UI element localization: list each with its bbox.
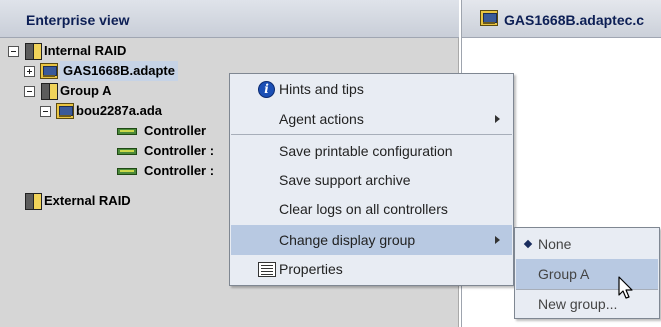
raid-icon: [24, 193, 42, 210]
tree-node-label: Internal RAID: [44, 43, 127, 58]
info-icon: i: [258, 81, 275, 98]
detail-panel-header: GAS1668B.adaptec.c: [462, 0, 661, 38]
detail-panel-title: GAS1668B.adaptec.c: [504, 12, 645, 28]
menu-item-save-support-archive[interactable]: Save support archive: [231, 166, 512, 194]
menu-item-label: Save printable configuration: [279, 143, 453, 159]
submenu-arrow-icon: [495, 115, 500, 123]
collapse-icon[interactable]: [40, 106, 51, 117]
context-menu: i Hints and tips Agent actions Save prin…: [229, 73, 514, 286]
menu-item-label: Save support archive: [279, 172, 411, 188]
submenu-item-label: New group...: [538, 296, 618, 312]
submenu-arrow-icon: [495, 236, 500, 244]
menu-item-agent-actions[interactable]: Agent actions: [231, 105, 512, 133]
menu-item-change-display-group[interactable]: Change display group: [231, 225, 512, 255]
server-icon: [40, 63, 58, 79]
server-icon: [480, 10, 498, 26]
controller-icon: [117, 168, 137, 175]
menu-item-label: Properties: [279, 261, 343, 277]
enterprise-view-title: Enterprise view: [26, 12, 130, 28]
tree-node-label: Controller :: [144, 163, 215, 178]
mouse-pointer-icon: [618, 276, 633, 299]
menu-item-clear-logs[interactable]: Clear logs on all controllers: [231, 195, 512, 223]
raid-icon: [24, 43, 42, 60]
menu-item-label: Hints and tips: [279, 81, 364, 97]
raid-icon: [40, 83, 58, 100]
controller-icon: [117, 148, 137, 155]
selected-bullet-icon: [523, 239, 533, 249]
controller-icon: [117, 128, 137, 135]
tree-node-label: GAS1668B.adapte: [60, 61, 178, 81]
submenu-item-label: None: [538, 236, 572, 252]
tree-node-label: Controller: [144, 123, 207, 138]
tree-node-label: External RAID: [44, 193, 131, 208]
properties-icon: [258, 262, 276, 277]
menu-item-label: Clear logs on all controllers: [279, 201, 448, 217]
display-group-submenu: None Group A New group...: [514, 227, 660, 319]
menu-item-save-printable-configuration[interactable]: Save printable configuration: [231, 137, 512, 165]
expand-icon[interactable]: [24, 66, 35, 77]
enterprise-view-header: Enterprise view: [0, 0, 459, 38]
submenu-item-none[interactable]: None: [516, 229, 658, 259]
menu-item-label: Agent actions: [279, 111, 364, 127]
collapse-icon[interactable]: [8, 46, 19, 57]
menu-item-properties[interactable]: Properties: [231, 255, 512, 283]
tree-node-label: bou2287a.ada: [76, 103, 162, 118]
tree-node-label: Controller :: [144, 143, 215, 158]
menu-item-label: Change display group: [279, 232, 416, 248]
tree-node-internal-raid[interactable]: Internal RAID: [0, 41, 300, 61]
menu-separator: [231, 134, 512, 135]
server-icon: [56, 103, 74, 119]
collapse-icon[interactable]: [24, 86, 35, 97]
menu-item-hints-and-tips[interactable]: i Hints and tips: [231, 75, 512, 103]
submenu-item-label: Group A: [538, 266, 590, 282]
tree-node-label: Group A: [60, 83, 112, 98]
